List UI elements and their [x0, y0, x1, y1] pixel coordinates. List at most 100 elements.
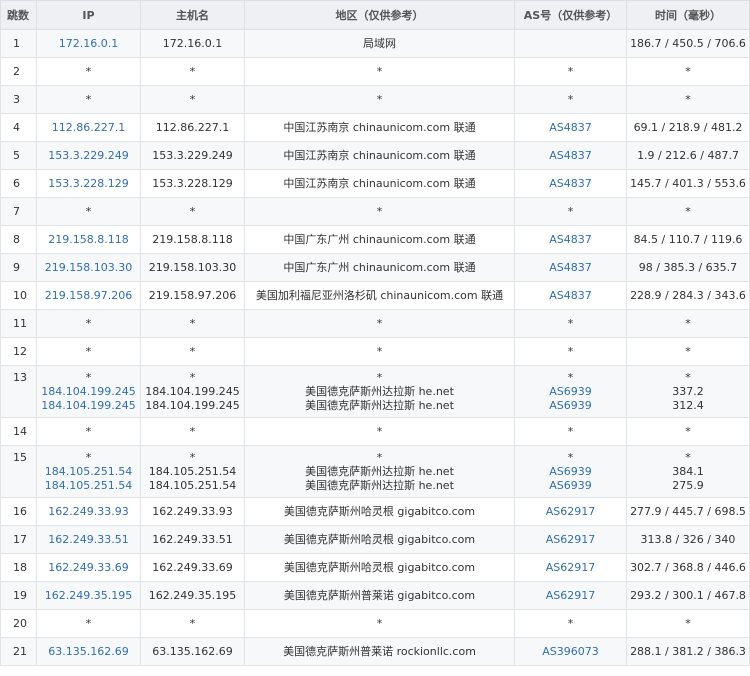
header-ip[interactable]: IP: [36, 0, 141, 30]
ip-link[interactable]: 219.158.103.30: [38, 261, 140, 275]
time-cell: *: [626, 197, 750, 226]
hostname-cell: * 184.104.199.245 184.104.199.245: [140, 365, 245, 418]
region-cell: *: [244, 337, 515, 366]
cell-text: 153.3.229.249: [152, 148, 233, 162]
hop-cell: 3: [0, 85, 37, 114]
time-cell: *: [626, 609, 750, 638]
hostname-cell: 153.3.229.249: [140, 141, 245, 170]
hostname-cell: 172.16.0.1: [140, 29, 245, 58]
as-cell: AS4837: [514, 141, 627, 170]
cell-text: 275.9: [672, 479, 704, 492]
time-cell: 98 / 385.3 / 635.7: [626, 253, 750, 282]
cell-text: *: [376, 344, 383, 358]
as-link[interactable]: AS4837: [516, 177, 626, 191]
cell-text: 184.104.199.245: [145, 385, 240, 398]
hop-cell: 4: [0, 113, 37, 142]
cell-text: *: [567, 616, 574, 630]
cell-text: 219.158.8.118: [152, 232, 233, 246]
ip-cell: 162.249.33.51: [36, 525, 141, 554]
ip-cell: *: [36, 309, 141, 338]
region-cell: 美国德克萨斯州普莱诺 rockionllc.com: [244, 637, 515, 666]
ip-link[interactable]: 184.104.199.245: [38, 385, 140, 399]
ip-cell: 172.16.0.1: [36, 29, 141, 58]
hop-cell: 10: [0, 281, 37, 310]
cell-text: 312.4: [672, 399, 704, 412]
cell-text: 美国德克萨斯州达拉斯 he.net: [305, 385, 454, 398]
ip-link[interactable]: 219.158.8.118: [38, 233, 140, 247]
ip-link[interactable]: 63.135.162.69: [38, 645, 140, 659]
cell-text: *: [567, 64, 574, 78]
cell-text: 美国德克萨斯州哈灵根 gigabitco.com: [283, 532, 476, 546]
as-link[interactable]: AS6939: [516, 465, 626, 479]
table-row: 18 162.249.33.69 162.249.33.69 美国德克萨斯州哈灵根 g…: [0, 553, 750, 582]
header-time[interactable]: 时间（毫秒）: [626, 0, 750, 30]
ip-link[interactable]: 184.104.199.245: [38, 399, 140, 413]
as-link[interactable]: AS4837: [516, 261, 626, 275]
ip-link[interactable]: 162.249.33.51: [38, 533, 140, 547]
region-cell: 局域网: [244, 29, 515, 58]
cell-text: 中国江苏南京 chinaunicom.com 联通: [283, 148, 476, 162]
as-link[interactable]: AS396073: [516, 645, 626, 659]
hop-cell: 5: [0, 141, 37, 170]
as-link[interactable]: AS6939: [516, 479, 626, 493]
region-cell: *: [244, 85, 515, 114]
cell-text: 184.105.251.54: [148, 479, 237, 492]
cell-text: 184.104.199.245: [145, 399, 240, 412]
region-cell: 中国江苏南京 chinaunicom.com 联通: [244, 169, 515, 198]
hop-cell: 20: [0, 609, 37, 638]
as-cell: [514, 29, 627, 58]
cell-text: 162.249.33.93: [152, 504, 233, 518]
ip-link[interactable]: 184.105.251.54: [38, 479, 140, 493]
ip-link[interactable]: 112.86.227.1: [38, 121, 140, 135]
ip-link[interactable]: 153.3.229.249: [38, 149, 140, 163]
time-cell: 186.7 / 450.5 / 706.6: [626, 29, 750, 58]
hop-cell: 1: [0, 29, 37, 58]
region-cell: 中国江苏南京 chinaunicom.com 联通: [244, 113, 515, 142]
hop-cell: 9: [0, 253, 37, 282]
ip-link[interactable]: 184.105.251.54: [38, 465, 140, 479]
ip-link[interactable]: 153.3.228.129: [38, 177, 140, 191]
ip-link[interactable]: 219.158.97.206: [38, 289, 140, 303]
as-link[interactable]: AS4837: [516, 289, 626, 303]
as-link[interactable]: AS4837: [516, 233, 626, 247]
cell-text: 美国德克萨斯州达拉斯 he.net: [305, 479, 454, 492]
cell-text: 84.5 / 110.7 / 119.6: [633, 232, 743, 246]
hostname-cell: 219.158.103.30: [140, 253, 245, 282]
cell-text: 219.158.97.206: [148, 288, 237, 302]
header-hostname[interactable]: 主机名: [140, 0, 245, 30]
hostname-cell: 63.135.162.69: [140, 637, 245, 666]
ip-link[interactable]: 162.249.35.195: [38, 589, 140, 603]
as-link[interactable]: AS62917: [516, 505, 626, 519]
traceroute-table: 跳数 IP 主机名 地区（仅供参考） AS号（仅供参考） 时间（毫秒） 1 172…: [0, 0, 750, 666]
header-region[interactable]: 地区（仅供参考）: [244, 0, 515, 30]
ip-cell: *: [36, 57, 141, 86]
as-link[interactable]: AS62917: [516, 561, 626, 575]
cell-text: 美国德克萨斯州哈灵根 gigabitco.com: [283, 560, 476, 574]
header-hop[interactable]: 跳数: [0, 0, 37, 30]
cell-text: 186.7 / 450.5 / 706.6: [630, 36, 746, 50]
table-row: 16 162.249.33.93 162.249.33.93 美国德克萨斯州哈灵根 g…: [0, 497, 750, 526]
as-link[interactable]: AS4837: [516, 149, 626, 163]
as-cell: AS62917: [514, 553, 627, 582]
hostname-cell: *: [140, 337, 245, 366]
region-cell: * 美国德克萨斯州达拉斯 he.net 美国德克萨斯州达拉斯 he.net: [244, 365, 515, 418]
cell-text: 中国广东广州 chinaunicom.com 联通: [283, 260, 476, 274]
cell-text: 63.135.162.69: [152, 644, 233, 658]
ip-link[interactable]: 162.249.33.69: [38, 561, 140, 575]
as-link[interactable]: AS62917: [516, 589, 626, 603]
time-cell: *: [626, 337, 750, 366]
ip-link[interactable]: 162.249.33.93: [38, 505, 140, 519]
header-as[interactable]: AS号（仅供参考）: [514, 0, 627, 30]
cell-text: *: [85, 316, 92, 330]
as-link[interactable]: AS6939: [516, 385, 626, 399]
ip-link[interactable]: 172.16.0.1: [38, 37, 140, 51]
as-cell: AS62917: [514, 497, 627, 526]
as-link[interactable]: AS6939: [516, 399, 626, 413]
as-link[interactable]: AS62917: [516, 533, 626, 547]
as-link[interactable]: AS4837: [516, 121, 626, 135]
cell-text: *: [376, 616, 383, 630]
as-cell: *: [514, 609, 627, 638]
cell-text: 美国德克萨斯州普莱诺 rockionllc.com: [283, 644, 476, 658]
as-cell: *: [514, 85, 627, 114]
table-row: 5 153.3.229.249 153.3.229.249 中国江苏南京 chinau…: [0, 141, 750, 170]
